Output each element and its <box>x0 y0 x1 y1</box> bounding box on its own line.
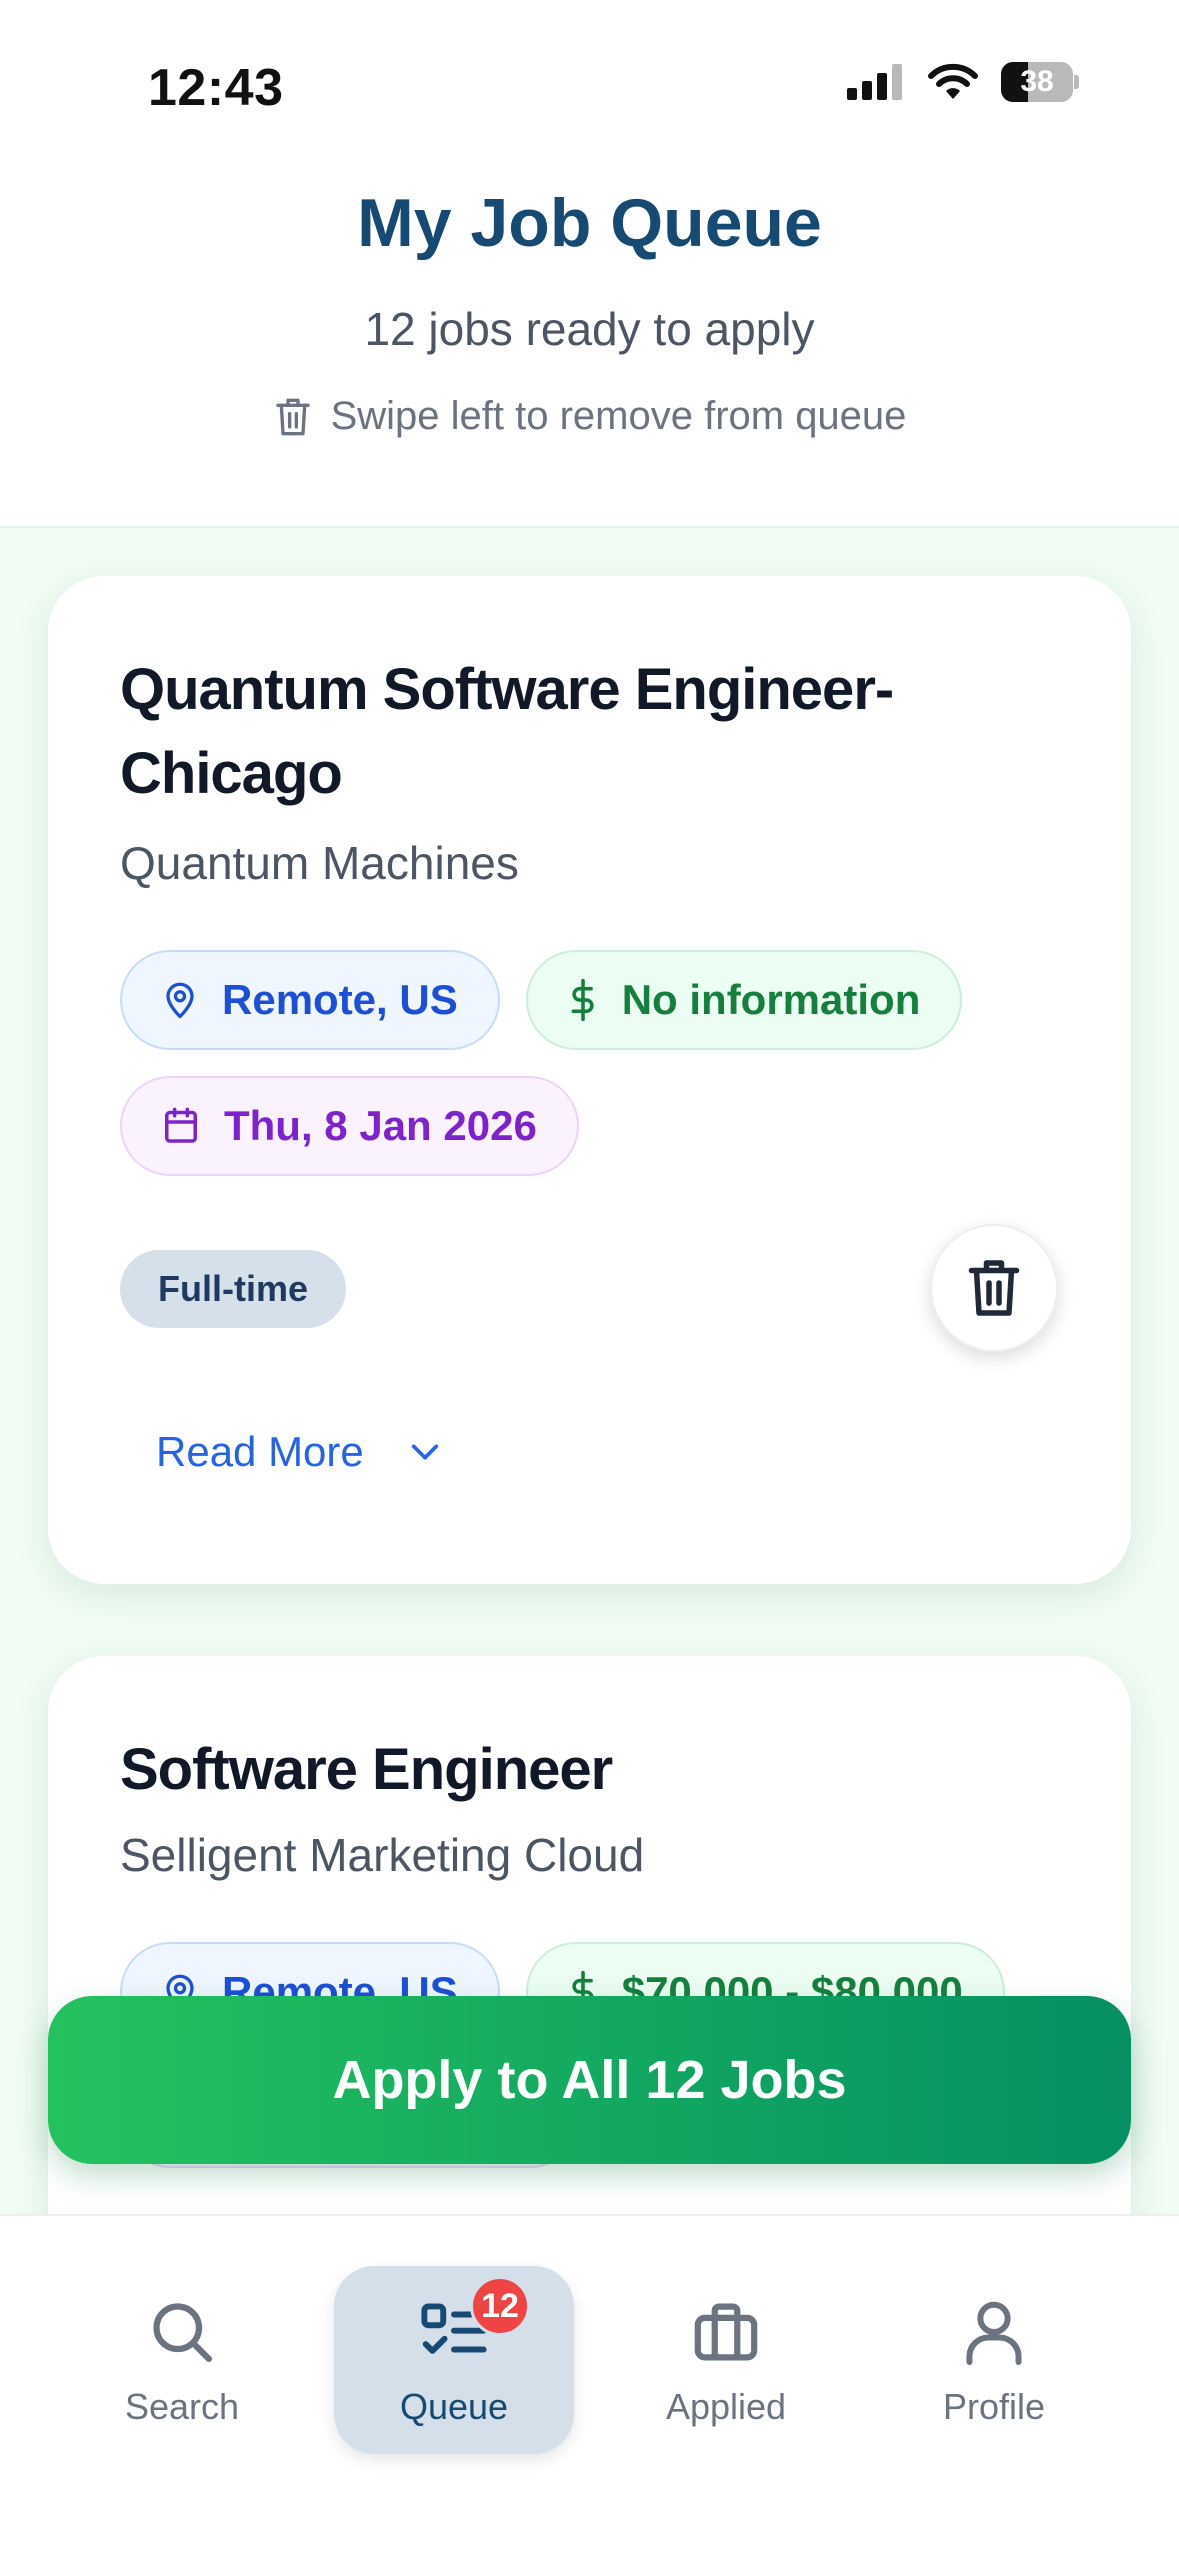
date-chip: Thu, 8 Jan 2026 <box>120 1076 579 1176</box>
apply-all-button[interactable]: Apply to All 12 Jobs <box>48 1996 1131 2164</box>
tab-label: Profile <box>942 2386 1046 2427</box>
status-bar: 12:43 38 <box>0 0 1179 160</box>
job-title: Quantum Software Engineer-Chicago <box>120 657 894 806</box>
read-more-button[interactable]: Read More <box>156 1428 442 1476</box>
status-icons: 38 <box>847 62 1079 102</box>
tab-label: Search <box>124 2386 240 2427</box>
location-text: Remote, US <box>222 976 458 1023</box>
location-chip: Remote, US <box>120 950 500 1050</box>
tab-applied[interactable]: Applied <box>606 2266 846 2454</box>
read-more-label: Read More <box>156 1428 364 1475</box>
location-pin-icon <box>166 982 194 1019</box>
job-title: Software Engineer <box>120 1737 613 1802</box>
queue-count-badge: 12 <box>470 2276 530 2336</box>
calendar-icon <box>165 1107 197 1143</box>
jobs-count-subtitle: 12 jobs ready to apply <box>364 303 815 355</box>
tab-search[interactable]: Search <box>62 2266 302 2454</box>
app-screen: 12:43 38 My Job Queue 12 jobs ready to a… <box>0 0 1179 2556</box>
tab-label: Applied <box>665 2386 787 2427</box>
bottom-tab-bar: Search 12 Queue Applied Profile <box>0 2214 1179 2556</box>
battery-percentage: 38 <box>1020 65 1054 98</box>
salary-chip: No information <box>525 950 963 1050</box>
remove-from-queue-button[interactable] <box>930 1224 1058 1352</box>
job-queue-list[interactable]: Quantum Software Engineer-Chicago Quantu… <box>0 528 1179 2216</box>
status-time: 12:43 <box>148 59 284 117</box>
tab-label: Queue <box>399 2386 509 2427</box>
person-icon <box>966 2301 1022 2365</box>
page-header: My Job Queue 12 jobs ready to apply Swip… <box>0 160 1179 528</box>
cellular-signal-icon <box>847 64 902 100</box>
company-name: Quantum Machines <box>120 837 519 889</box>
search-icon <box>153 2303 213 2363</box>
dollar-icon <box>571 979 594 1021</box>
job-card[interactable]: Quantum Software Engineer-Chicago Quantu… <box>48 576 1131 1584</box>
swipe-hint: Swipe left to remove from queue <box>0 394 1179 439</box>
company-name: Selligent Marketing Cloud <box>120 1829 645 1881</box>
page-title: My Job Queue <box>357 185 822 261</box>
battery-icon: 38 <box>1001 62 1079 102</box>
wifi-icon <box>928 63 978 99</box>
tab-profile[interactable]: Profile <box>874 2266 1114 2454</box>
tab-queue[interactable]: 12 Queue <box>334 2266 574 2454</box>
trash-icon <box>968 1260 1020 1316</box>
employment-type-tag: Full-time <box>120 1250 346 1328</box>
salary-text: No information <box>621 976 921 1023</box>
swipe-hint-text: Swipe left to remove from queue <box>330 394 907 438</box>
briefcase-icon <box>694 2303 758 2361</box>
date-text: Thu, 8 Jan 2026 <box>224 1102 537 1149</box>
job-chips: Remote, US No information Thu, 8 Jan 202… <box>120 950 1080 1176</box>
chevron-down-icon <box>411 1444 438 1460</box>
trash-icon <box>275 398 310 435</box>
